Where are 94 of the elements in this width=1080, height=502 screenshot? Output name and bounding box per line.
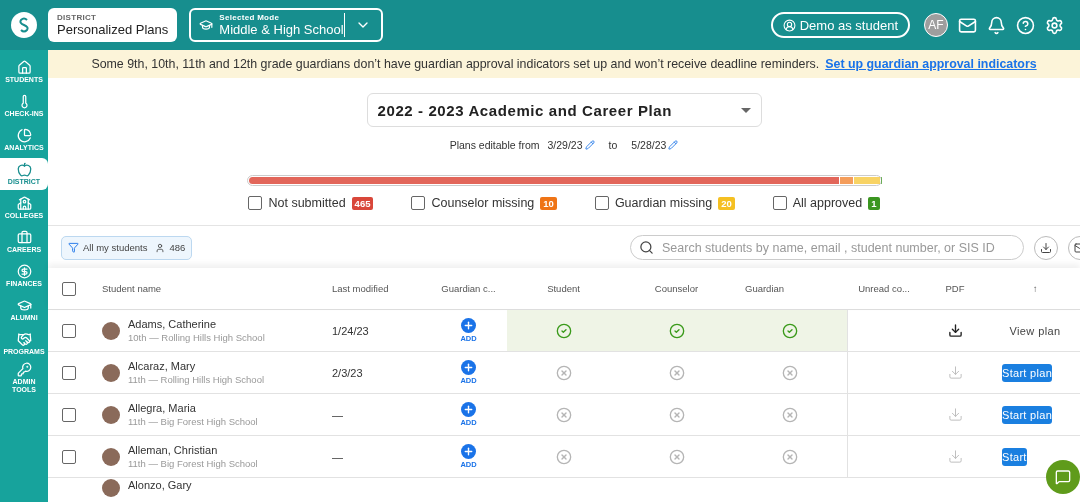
briefcase-icon (16, 230, 32, 245)
school-icon (16, 196, 32, 211)
row-checkbox[interactable] (62, 323, 76, 338)
end-date: 5/28/23 (631, 139, 667, 151)
student-detail: 11th — Big Forest High School (128, 458, 258, 469)
setup-link[interactable]: Set up guardian approval indicators (825, 57, 1037, 71)
plus-icon (463, 362, 474, 373)
help-icon[interactable] (1016, 15, 1035, 35)
filter-checkbox[interactable] (772, 196, 787, 210)
graduation-cap-icon (16, 298, 32, 313)
plus-icon (463, 320, 474, 331)
pie-chart-icon (16, 128, 32, 143)
student-name: Alleman, Christian (128, 444, 219, 456)
filter-checkbox[interactable] (248, 196, 263, 210)
column-header[interactable]: PDF (920, 283, 990, 294)
student-detail: 11th — Rolling Hills High School (128, 374, 265, 385)
count-badge: 20 (718, 196, 735, 210)
count-badge: 10 (540, 196, 557, 210)
apple-icon (16, 162, 32, 177)
last-modified: — (332, 450, 343, 463)
start-plan-button[interactable]: Start (1002, 447, 1027, 466)
key-icon (16, 362, 32, 377)
student-name: Alcaraz, Mary (128, 360, 197, 372)
handshake-icon (16, 332, 32, 347)
column-header[interactable]: Last modified (320, 283, 430, 294)
download-button[interactable] (1034, 235, 1058, 260)
start-plan-button[interactable]: Start plan (1002, 363, 1053, 382)
count-badge: 465 (351, 196, 374, 210)
view-plan-link[interactable]: View plan (1009, 324, 1061, 337)
search-icon (639, 240, 654, 255)
chat-button[interactable] (1046, 460, 1080, 494)
column-header[interactable]: Unread co... (848, 283, 920, 294)
student-filter-chip[interactable]: All my students 486 (61, 235, 193, 260)
student-name: Adams, Catherine (128, 318, 218, 330)
row-checkbox[interactable] (62, 449, 76, 464)
home-icon (16, 60, 32, 75)
student-name: Allegra, Maria (128, 402, 197, 414)
last-modified: 2/3/23 (332, 366, 363, 379)
dollar-icon (16, 264, 32, 279)
start-plan-button[interactable]: Start plan (1002, 405, 1053, 424)
settings-icon[interactable] (1045, 15, 1064, 35)
user-avatar[interactable]: AF (924, 13, 948, 37)
filter-label: Counselor missing (431, 196, 535, 210)
edit-icon[interactable] (668, 140, 679, 150)
mail-icon[interactable] (958, 15, 977, 35)
app-title: Personalized Plans (57, 22, 169, 37)
avatar-placeholder (102, 479, 120, 497)
filter-icon (68, 242, 79, 253)
download-icon[interactable] (947, 323, 963, 338)
filter-checkbox[interactable] (411, 196, 426, 210)
filter-label: Guardian missing (614, 196, 713, 210)
dropdown-caret-icon (740, 107, 751, 113)
filter-label: Not submitted (268, 196, 346, 210)
last-modified: — (332, 408, 343, 421)
banner-text: Some 9th, 10th, 11th and 12th grade guardians don’t have guardian approval indicators set up and won’t receive deadline reminders. (91, 57, 820, 71)
student-name: Alonzo, Gary (128, 479, 192, 491)
mode-label: Selected Mode (219, 13, 281, 22)
last-modified: 1/24/23 (332, 324, 369, 337)
student-detail: 11th — Big Forest High School (128, 416, 258, 427)
row-checkbox[interactable] (62, 407, 76, 422)
avatar-placeholder (102, 447, 120, 466)
user-icon (782, 18, 796, 32)
notifications-icon[interactable] (987, 15, 1006, 35)
plan-select[interactable]: 2022 - 2023 Academic and Career Plan (366, 93, 762, 127)
start-date: 3/29/23 (547, 139, 583, 151)
avatar-placeholder (102, 405, 120, 424)
edit-icon[interactable] (584, 140, 595, 150)
mode-selector[interactable]: Selected Mode Middle & High School (189, 8, 384, 42)
avatar-placeholder (102, 363, 120, 382)
editable-label: Plans editable from (449, 139, 540, 151)
logo-icon[interactable] (11, 12, 37, 38)
select-all-checkbox[interactable] (62, 281, 76, 296)
to-text: to (608, 139, 618, 151)
person-icon (155, 242, 166, 253)
filter-checkbox[interactable] (594, 196, 609, 210)
row-checkbox[interactable] (62, 365, 76, 380)
demo-as-student-button[interactable]: Demo as student (770, 12, 910, 38)
download-icon (1040, 241, 1052, 254)
column-header[interactable]: Guardian c... (430, 283, 507, 294)
plus-icon (463, 446, 474, 457)
plus-icon (463, 404, 474, 415)
column-header[interactable]: Counselor (620, 283, 733, 294)
column-header[interactable]: ↑ (990, 283, 1080, 294)
avatar-placeholder (102, 321, 120, 340)
mode-value: Middle & High School (219, 22, 345, 37)
filter-label: All approved (792, 196, 863, 210)
district-label: DISTRICT (57, 13, 98, 22)
column-header[interactable]: Student (507, 283, 620, 294)
column-header[interactable]: Student name (90, 283, 320, 294)
student-detail: 10th — Rolling Hills High School (128, 332, 265, 343)
count-badge: 1 (868, 196, 880, 210)
graduation-cap-icon (199, 18, 214, 32)
chat-icon (1055, 469, 1071, 485)
column-header[interactable]: Guardian (733, 283, 848, 294)
